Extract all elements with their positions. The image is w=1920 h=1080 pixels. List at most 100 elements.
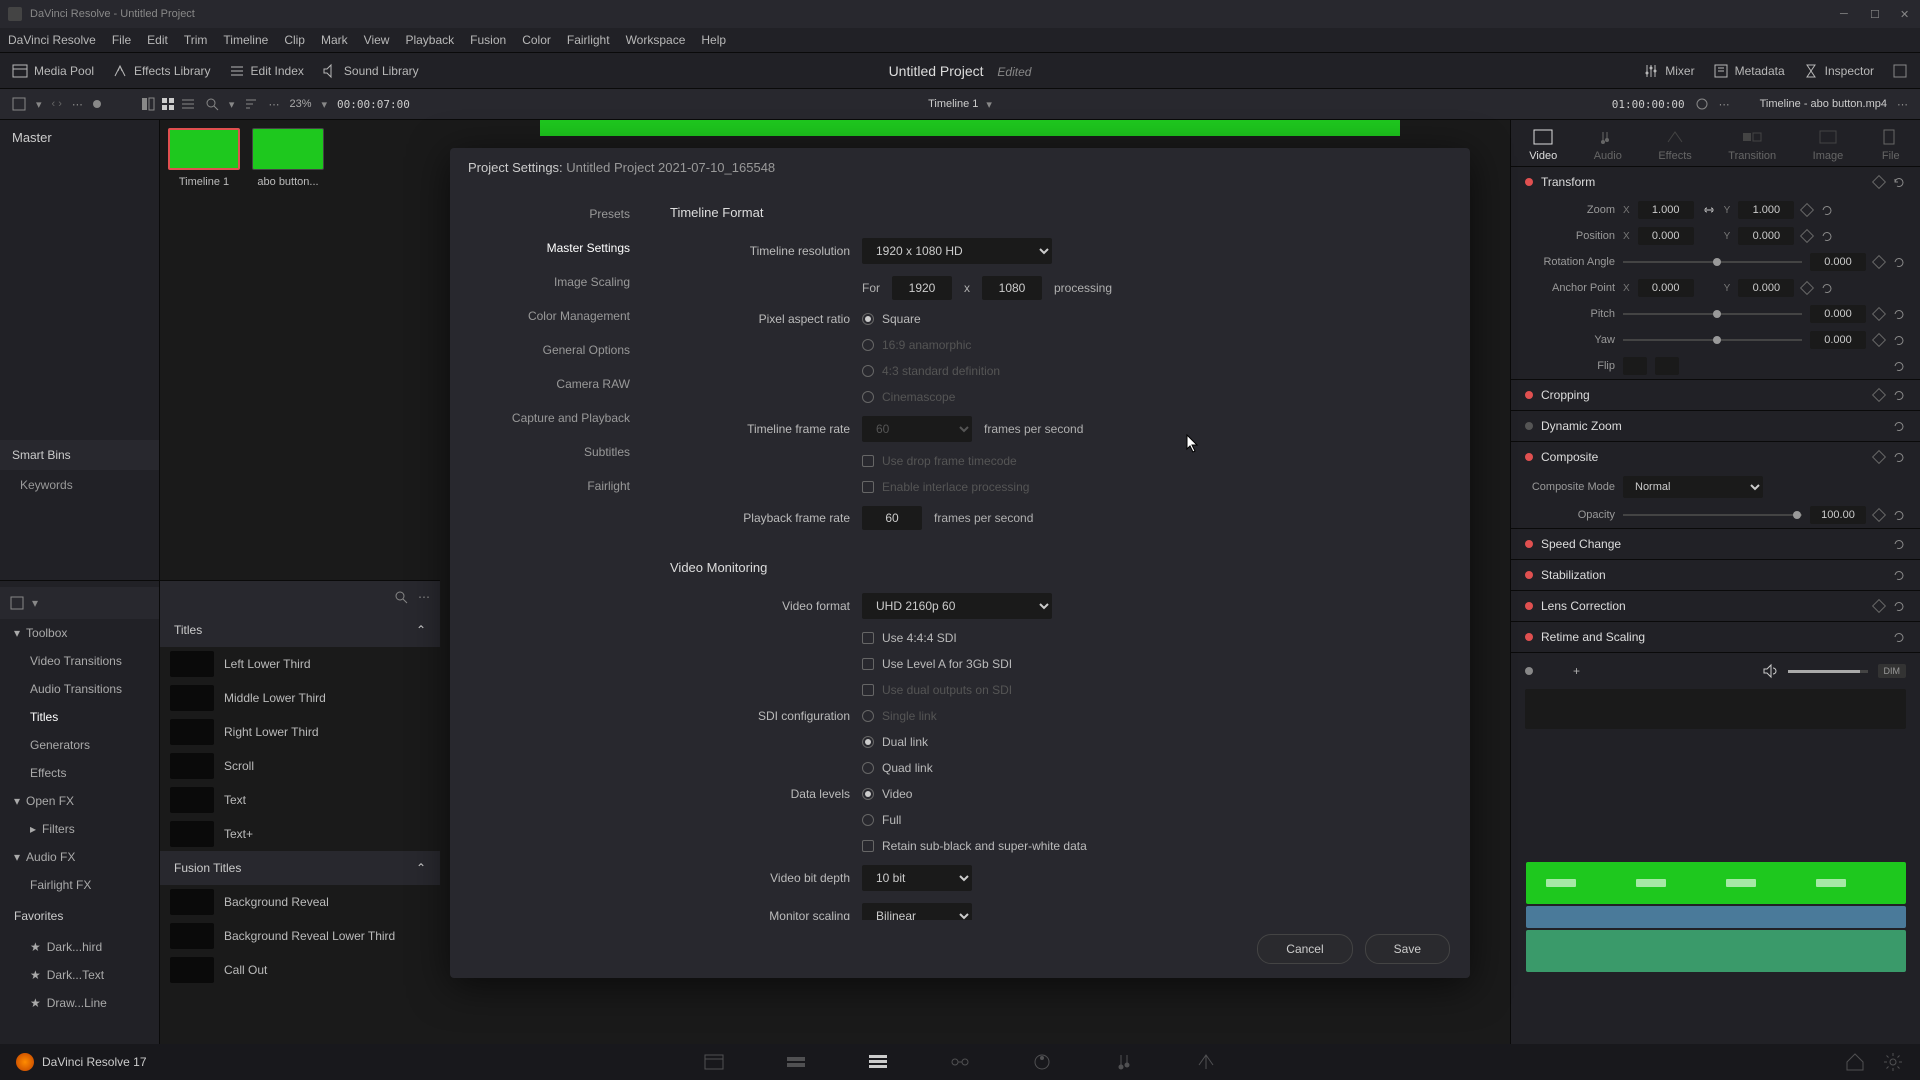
fusion-item[interactable]: Call Out xyxy=(160,953,440,987)
menu-color[interactable]: Color xyxy=(522,33,551,47)
reset-icon[interactable] xyxy=(1892,630,1906,644)
inspector-options-icon[interactable]: ⋯ xyxy=(1897,98,1908,111)
reset-icon[interactable] xyxy=(1820,281,1834,295)
composite-header[interactable]: Composite xyxy=(1511,442,1920,472)
width-input[interactable] xyxy=(892,276,952,300)
timeline-overview-bar[interactable] xyxy=(540,120,1400,136)
expand-icon[interactable] xyxy=(1892,63,1908,79)
reset-icon[interactable] xyxy=(1892,175,1906,189)
menu-edit[interactable]: Edit xyxy=(147,33,168,47)
rotation-slider[interactable] xyxy=(1623,261,1802,263)
flip-v-button[interactable] xyxy=(1655,357,1679,375)
menu-clip[interactable]: Clip xyxy=(284,33,305,47)
volume-slider[interactable] xyxy=(1788,670,1868,673)
reset-icon[interactable] xyxy=(1820,229,1834,243)
fx-options-icon[interactable]: ⋯ xyxy=(418,590,430,604)
menu-help[interactable]: Help xyxy=(701,33,726,47)
dynamic-zoom-header[interactable]: Dynamic Zoom xyxy=(1511,411,1920,441)
anchor-y-input[interactable] xyxy=(1738,279,1794,297)
effects-library-toggle[interactable]: Effects Library xyxy=(112,63,210,79)
lens-correction-header[interactable]: Lens Correction xyxy=(1511,591,1920,621)
anchor-x-input[interactable] xyxy=(1638,279,1694,297)
title-item[interactable]: Text+ xyxy=(160,817,440,851)
dim-badge[interactable]: DIM xyxy=(1878,664,1907,678)
keyframe-icon[interactable] xyxy=(1800,229,1814,243)
inspector-tab-video[interactable]: Video xyxy=(1529,128,1557,162)
audio-track-clip[interactable] xyxy=(1526,930,1906,972)
stabilization-header[interactable]: Stabilization xyxy=(1511,560,1920,590)
use-444-check[interactable] xyxy=(862,632,874,644)
nav-generators[interactable]: Generators xyxy=(0,731,159,759)
fav-item[interactable]: ★ Draw...Line xyxy=(0,989,159,1017)
title-item[interactable]: Scroll xyxy=(160,749,440,783)
close-button[interactable]: ✕ xyxy=(1900,8,1912,20)
keyframe-icon[interactable] xyxy=(1872,175,1886,189)
yaw-input[interactable] xyxy=(1810,331,1866,349)
keyframe-icon[interactable] xyxy=(1800,281,1814,295)
nav-capture-playback[interactable]: Capture and Playback xyxy=(450,401,650,435)
nav-general-options[interactable]: General Options xyxy=(450,333,650,367)
titles-group-header[interactable]: Titles⌃ xyxy=(160,613,440,647)
color-page-icon[interactable] xyxy=(1031,1051,1053,1073)
minimize-button[interactable]: ─ xyxy=(1840,8,1852,20)
viewer-options-icon[interactable]: ⋯ xyxy=(1719,98,1730,111)
deliver-page-icon[interactable] xyxy=(1195,1051,1217,1073)
master-bin[interactable]: Master xyxy=(0,120,159,155)
keyframe-icon[interactable] xyxy=(1872,255,1886,269)
pfr-input[interactable] xyxy=(862,506,922,530)
reset-icon[interactable] xyxy=(1892,307,1906,321)
video-track-clip-2[interactable] xyxy=(1526,906,1906,928)
menu-davinci[interactable]: DaVinci Resolve xyxy=(8,33,96,47)
fusion-item[interactable]: Background Reveal xyxy=(160,885,440,919)
menu-workspace[interactable]: Workspace xyxy=(626,33,686,47)
data-full-radio[interactable] xyxy=(862,814,874,826)
media-thumb-timeline[interactable]: Timeline 1 xyxy=(168,128,240,172)
nav-master-settings[interactable]: Master Settings xyxy=(450,231,650,265)
par-square-radio[interactable] xyxy=(862,313,874,325)
list-view-icon[interactable] xyxy=(181,97,195,111)
nav-subtitles[interactable]: Subtitles xyxy=(450,435,650,469)
volume-icon[interactable] xyxy=(1762,663,1778,679)
menu-playback[interactable]: Playback xyxy=(405,33,454,47)
smart-bins-header[interactable]: Smart Bins xyxy=(0,440,159,470)
link-icon[interactable] xyxy=(1702,203,1716,217)
data-video-radio[interactable] xyxy=(862,788,874,800)
pos-y-input[interactable] xyxy=(1738,227,1794,245)
reset-icon[interactable] xyxy=(1892,537,1906,551)
speed-change-header[interactable]: Speed Change xyxy=(1511,529,1920,559)
pos-x-input[interactable] xyxy=(1638,227,1694,245)
smart-bin-keywords[interactable]: Keywords xyxy=(0,470,159,500)
inspector-toggle[interactable]: Inspector xyxy=(1803,63,1874,79)
reset-icon[interactable] xyxy=(1892,508,1906,522)
timeline-ruler[interactable] xyxy=(1525,689,1906,729)
timeline-name[interactable]: Timeline 1 xyxy=(928,98,978,110)
nav-filters[interactable]: ▸Filters xyxy=(0,815,159,843)
flip-h-button[interactable] xyxy=(1623,357,1647,375)
keyframe-icon[interactable] xyxy=(1872,307,1886,321)
record-icon[interactable] xyxy=(93,100,101,108)
nav-image-scaling[interactable]: Image Scaling xyxy=(450,265,650,299)
nav-video-transitions[interactable]: Video Transitions xyxy=(0,647,159,675)
level-a-check[interactable] xyxy=(862,658,874,670)
grid-view-icon[interactable] xyxy=(161,97,175,111)
nav-fairlight[interactable]: Fairlight xyxy=(450,469,650,503)
transform-header[interactable]: Transform xyxy=(1511,167,1920,197)
retime-header[interactable]: Retime and Scaling xyxy=(1511,622,1920,652)
title-item[interactable]: Text xyxy=(160,783,440,817)
reset-icon[interactable] xyxy=(1892,333,1906,347)
save-button[interactable]: Save xyxy=(1365,934,1450,964)
monitor-scaling-select[interactable]: Bilinear xyxy=(862,903,972,920)
more-icon[interactable]: ⋯ xyxy=(72,98,83,111)
menu-file[interactable]: File xyxy=(112,33,131,47)
bin-icon[interactable] xyxy=(10,596,24,610)
reset-icon[interactable] xyxy=(1892,599,1906,613)
search-icon[interactable] xyxy=(205,97,219,111)
fairlight-page-icon[interactable] xyxy=(1113,1051,1135,1073)
media-thumb-clip[interactable]: abo button... xyxy=(252,128,324,172)
vformat-select[interactable]: UHD 2160p 60 xyxy=(862,593,1052,619)
sound-library-toggle[interactable]: Sound Library xyxy=(322,63,419,79)
keyframe-icon[interactable] xyxy=(1872,450,1886,464)
zoom-x-input[interactable] xyxy=(1638,201,1694,219)
nav-favorites[interactable]: Favorites xyxy=(0,899,159,933)
reset-icon[interactable] xyxy=(1892,359,1906,373)
